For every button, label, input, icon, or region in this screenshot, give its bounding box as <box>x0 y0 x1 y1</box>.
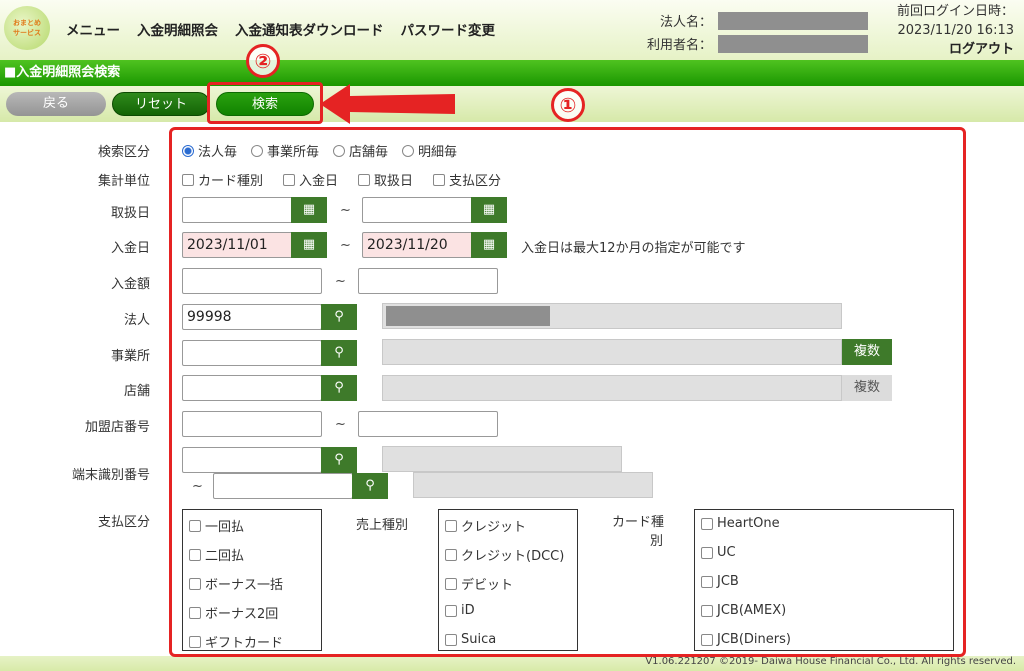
login-info: 前回ログイン日時： 2023/11/20 16:13 ログアウト <box>897 2 1014 59</box>
handling-date-label: 取扱日 <box>110 206 150 221</box>
annotation-box-1 <box>169 127 966 657</box>
search-type-label: 検索区分 <box>97 145 150 160</box>
user-info: 法人名： 利用者名： <box>647 9 868 55</box>
office-label: 事業所 <box>110 349 150 364</box>
back-button[interactable]: 戻る <box>6 92 106 116</box>
last-login-label: 前回ログイン日時： <box>896 4 1014 19</box>
nav-password-change[interactable]: パスワード変更 <box>401 19 496 39</box>
aggregate-label: 集計単位 <box>97 174 150 189</box>
corp-name-redacted <box>718 11 868 30</box>
merchant-no-label: 加盟店番号 <box>84 420 150 435</box>
nav-notice-download[interactable]: 入金通知表ダウンロード <box>235 19 384 39</box>
copyright-text: V1.06.221207 ©2019- Daiwa House Financia… <box>645 656 1016 667</box>
logout-link[interactable]: ログアウト <box>897 40 1014 59</box>
user-name-redacted <box>718 34 868 53</box>
app-header: おまとめ サービス メニュー 入金明細照会 入金通知表ダウンロード パスワード変… <box>0 0 1024 60</box>
last-login-value: 2023/11/20 16:13 <box>897 23 1014 38</box>
deposit-date-label: 入金日 <box>110 241 150 256</box>
payment-type-label: 支払区分 <box>97 515 150 530</box>
corporation-label: 法人 <box>123 313 150 328</box>
terminal-id-label: 端末識別番号 <box>71 468 150 483</box>
annotation-number-1: ① <box>551 88 585 122</box>
nav-menu[interactable]: メニュー <box>66 19 120 39</box>
nav-deposit-inquiry[interactable]: 入金明細照会 <box>137 19 218 39</box>
page-title: ■入金明細照会検索 <box>0 60 1024 86</box>
reset-button[interactable]: リセット <box>112 92 210 116</box>
annotation-number-2: ② <box>246 44 280 78</box>
logo-text-1: おまとめ <box>13 19 41 27</box>
main-nav: メニュー 入金明細照会 入金通知表ダウンロード パスワード変更 <box>66 19 495 39</box>
store-label: 店舗 <box>123 384 150 399</box>
logo-text-2: サービス <box>13 29 41 37</box>
corp-name-label: 法人名： <box>659 15 712 30</box>
service-logo[interactable]: おまとめ サービス <box>4 6 50 50</box>
annotation-arrow-icon <box>320 84 455 124</box>
annotation-box-2 <box>207 82 323 124</box>
amount-label: 入金額 <box>110 277 150 292</box>
user-name-label: 利用者名： <box>647 38 713 53</box>
